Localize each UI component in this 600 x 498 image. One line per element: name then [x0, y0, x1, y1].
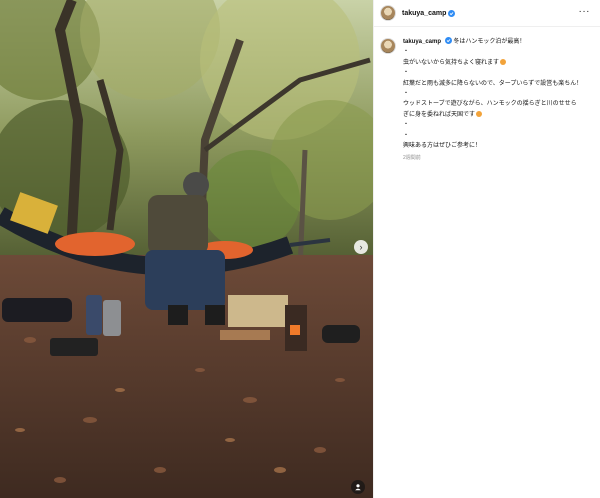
caption-line: 紅葉だと雨も滅多に降らないので、タープいらずで設営も楽ちん！ — [403, 80, 583, 87]
caption-line: ・ — [403, 122, 410, 129]
caption-line: ・ — [403, 91, 410, 98]
post-side-panel: takuya_camp ··· takuya_camp 冬はハンモック泊が最高！… — [373, 0, 600, 498]
verified-badge-icon — [448, 9, 456, 17]
verified-badge-icon — [444, 37, 452, 44]
caption-line: ・ — [403, 70, 410, 77]
caption-line: 興味ある方はぜひご参考に！ — [403, 143, 482, 150]
instagram-post: › takuya_camp ··· takuya_camp 冬はハンモック泊が最… — [0, 0, 600, 498]
post-caption: takuya_camp 冬はハンモック泊が最高！ ・ 虫がいないから気持ちよく寝… — [380, 37, 598, 164]
smile-emoji-icon — [500, 58, 507, 65]
chevron-right-icon: › — [359, 241, 363, 252]
caption-line: ・ — [403, 49, 410, 56]
caption-line: 虫がいないから気持ちよく寝れます — [403, 58, 582, 68]
post-photo[interactable]: › — [0, 0, 373, 498]
camp-scene-image — [0, 0, 373, 498]
author-avatar[interactable] — [380, 5, 396, 21]
author-username[interactable]: takuya_camp — [402, 10, 446, 17]
ellipsis-icon[interactable]: ··· — [579, 7, 591, 17]
caption-line: 冬はハンモック泊が最高！ — [453, 39, 526, 45]
carousel-next-button[interactable]: › — [354, 240, 368, 254]
caption-line: ぎに身を委ねれば天国です — [403, 110, 582, 120]
caption-body: takuya_camp 冬はハンモック泊が最高！ ・ 虫がいないから気持ちよく寝… — [403, 37, 582, 164]
caption-username[interactable]: takuya_camp — [403, 39, 441, 45]
caption-author-avatar[interactable] — [380, 38, 396, 54]
smile-emoji-icon — [476, 110, 483, 117]
post-header: takuya_camp ··· — [374, 0, 600, 27]
user-tag-button[interactable] — [351, 480, 365, 494]
caption-line: ・ — [403, 132, 410, 139]
post-timestamp[interactable]: 2週間前 — [403, 153, 582, 163]
user-tag-icon — [355, 484, 361, 491]
caption-line: ウッドストーブで遊びながら、ハンモックの揺らぎと川のせせら — [403, 101, 577, 108]
